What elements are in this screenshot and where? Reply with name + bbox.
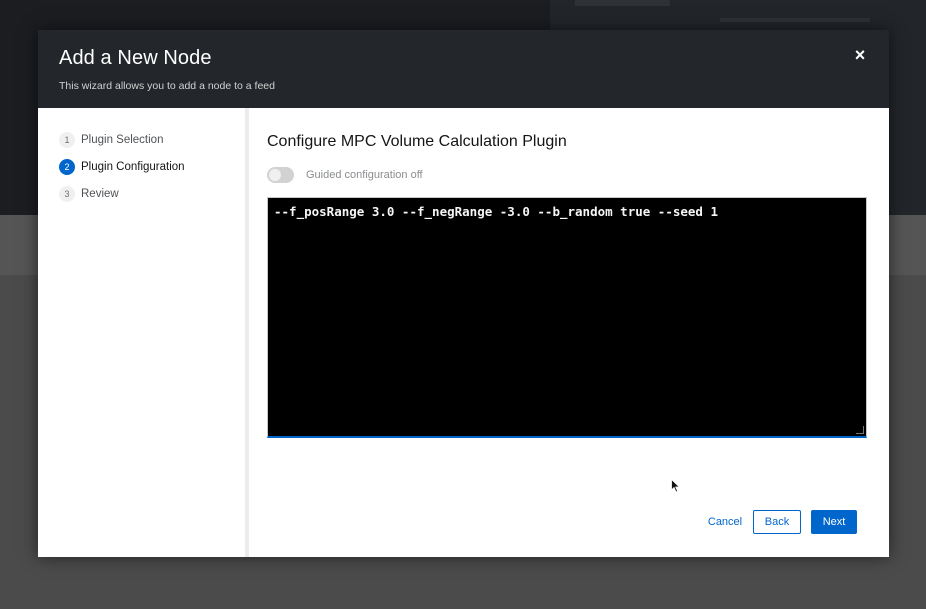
step-label: Plugin Selection — [81, 134, 164, 146]
back-button[interactable]: Back — [753, 510, 801, 534]
step-number: 1 — [59, 132, 75, 148]
plugin-arguments-textarea[interactable]: --f_posRange 3.0 --f_negRange -3.0 --b_r… — [267, 197, 867, 438]
modal-description: This wizard allows you to add a node to … — [59, 80, 275, 92]
wizard-step-review[interactable]: 3 Review — [59, 185, 119, 203]
modal-header: Add a New Node This wizard allows you to… — [38, 30, 889, 108]
toggle-knob — [269, 169, 281, 181]
modal-title: Add a New Node — [59, 47, 212, 69]
step-label: Review — [81, 188, 119, 200]
guided-config-toggle[interactable] — [267, 167, 294, 183]
step-number: 3 — [59, 186, 75, 202]
toggle-label: Guided configuration off — [306, 169, 423, 181]
step-title: Configure MPC Volume Calculation Plugin — [267, 133, 567, 150]
close-icon[interactable]: × — [851, 45, 869, 65]
plugin-arguments-text: --f_posRange 3.0 --f_negRange -3.0 --b_r… — [274, 204, 719, 219]
wizard-main: Configure MPC Volume Calculation Plugin … — [267, 108, 867, 557]
cancel-button[interactable]: Cancel — [704, 510, 746, 534]
wizard-step-plugin-selection[interactable]: 1 Plugin Selection — [59, 131, 163, 149]
next-button[interactable]: Next — [811, 510, 857, 534]
background-app-element — [720, 18, 870, 22]
wizard-nav: 1 Plugin Selection 2 Plugin Configuratio… — [38, 108, 249, 557]
guided-config-toggle-row: Guided configuration off — [267, 167, 423, 183]
background-app-element — [575, 0, 670, 6]
mouse-pointer-icon — [671, 479, 681, 493]
resize-handle-icon[interactable] — [856, 426, 864, 434]
add-node-modal: Add a New Node This wizard allows you to… — [38, 30, 889, 557]
step-number: 2 — [59, 159, 75, 175]
wizard-step-plugin-configuration[interactable]: 2 Plugin Configuration — [59, 158, 185, 176]
step-label: Plugin Configuration — [81, 161, 185, 173]
